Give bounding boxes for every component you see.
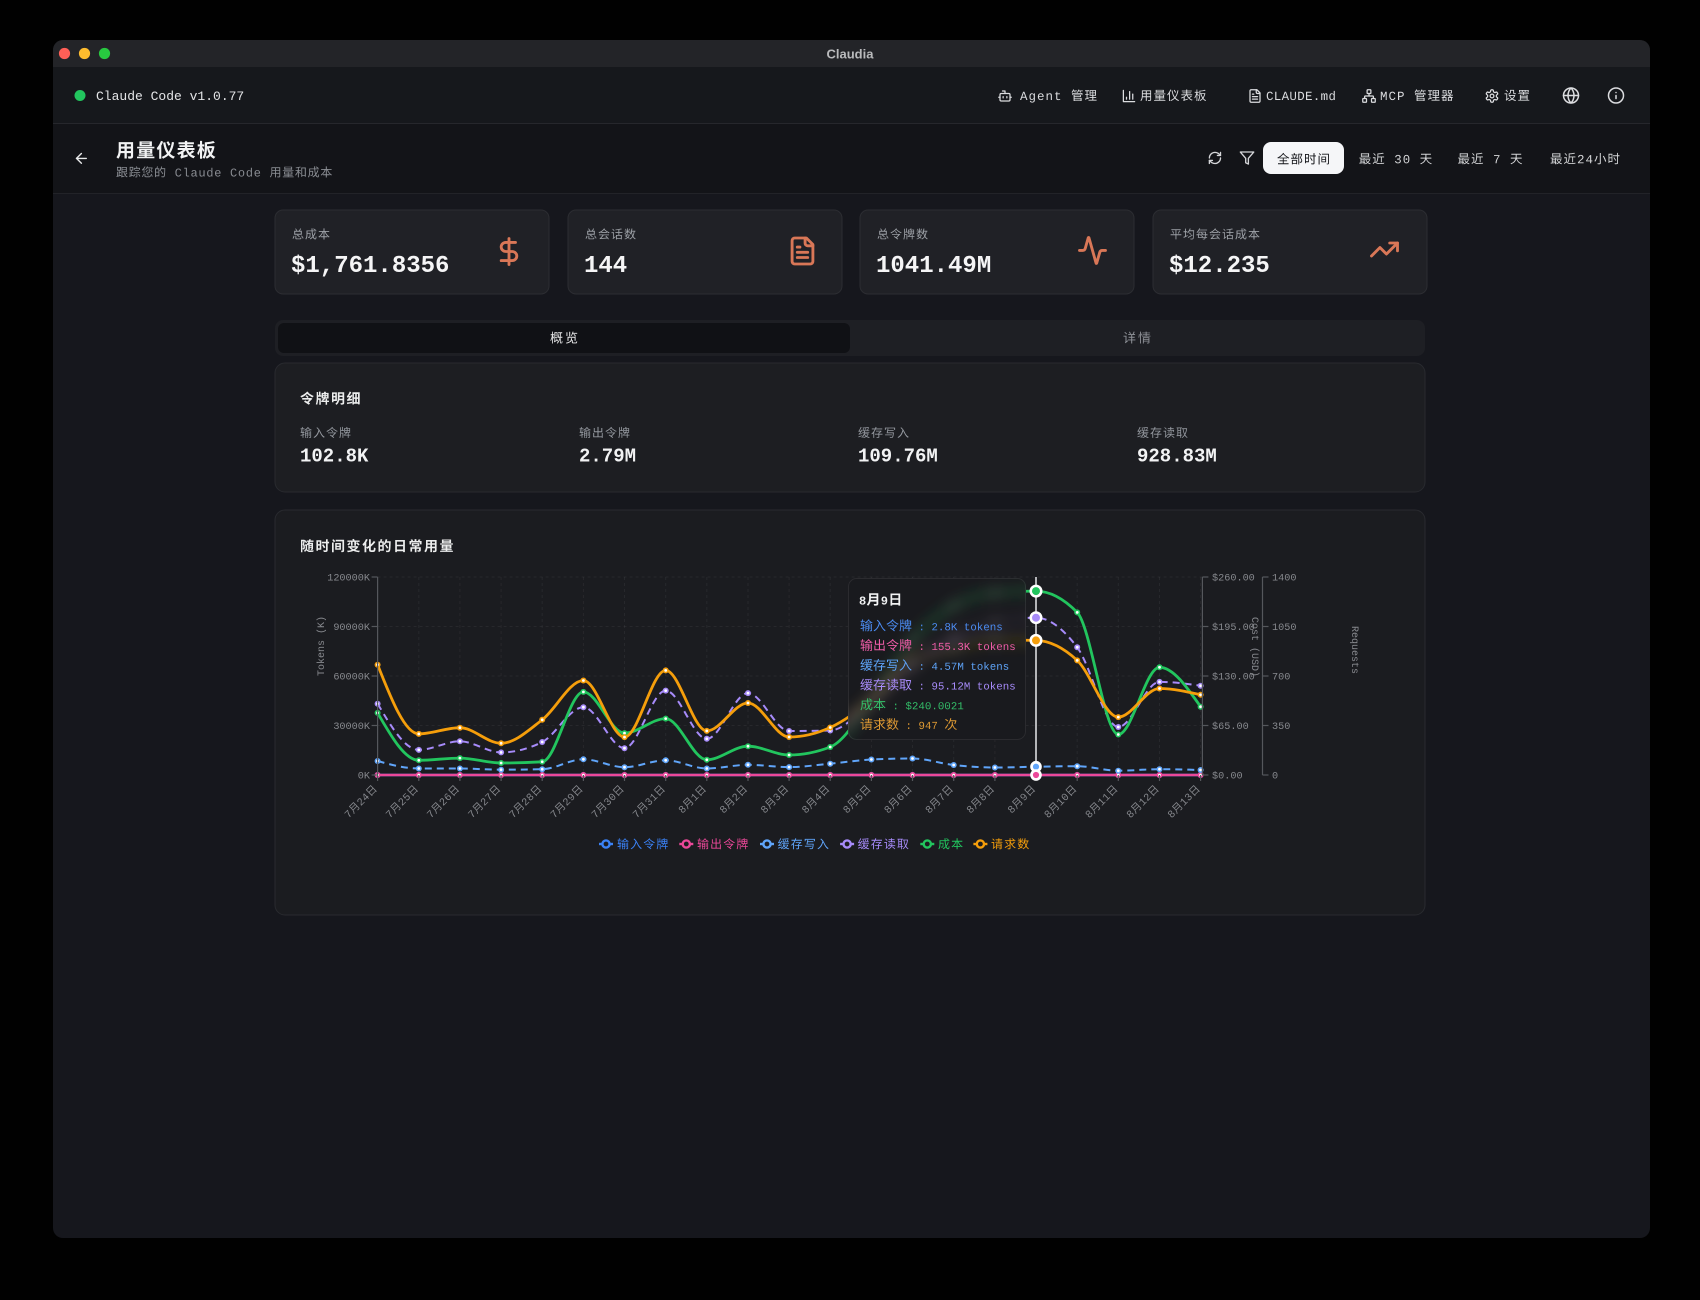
svg-text:30000K: 30000K xyxy=(333,722,371,733)
svg-text:$260.00: $260.00 xyxy=(1212,573,1255,585)
svg-text:1041.49M: 1041.49M xyxy=(876,253,991,280)
svg-text:350: 350 xyxy=(1272,722,1290,733)
svg-text:Cost (USD): Cost (USD) xyxy=(1248,617,1260,677)
svg-text:$1,761.8356: $1,761.8356 xyxy=(291,253,449,280)
svg-text:144: 144 xyxy=(584,253,627,280)
svg-text:$12.235: $12.235 xyxy=(1169,253,1270,280)
svg-text:1400: 1400 xyxy=(1272,574,1296,585)
svg-text:90000K: 90000K xyxy=(333,623,371,634)
svg-text:1050: 1050 xyxy=(1272,623,1296,634)
svg-text:0K: 0K xyxy=(358,772,371,783)
svg-text:Claude Code v1.0.77: Claude Code v1.0.77 xyxy=(96,89,244,104)
svg-text:109.76M: 109.76M xyxy=(858,446,938,468)
svg-text:Requests: Requests xyxy=(1348,626,1359,674)
svg-text:$65.00: $65.00 xyxy=(1212,721,1249,733)
svg-text:2.79M: 2.79M xyxy=(579,446,636,468)
svg-text:0: 0 xyxy=(1272,772,1278,783)
svg-text:102.8K: 102.8K xyxy=(300,446,369,468)
svg-text:60000K: 60000K xyxy=(333,673,371,684)
svg-text:700: 700 xyxy=(1272,673,1290,684)
svg-text:Tokens (K): Tokens (K) xyxy=(316,616,328,676)
svg-text:120000K: 120000K xyxy=(327,574,371,585)
svg-text:928.83M: 928.83M xyxy=(1137,446,1217,468)
svg-text:Claudia: Claudia xyxy=(827,47,875,62)
svg-text:$0.00: $0.00 xyxy=(1212,771,1243,783)
